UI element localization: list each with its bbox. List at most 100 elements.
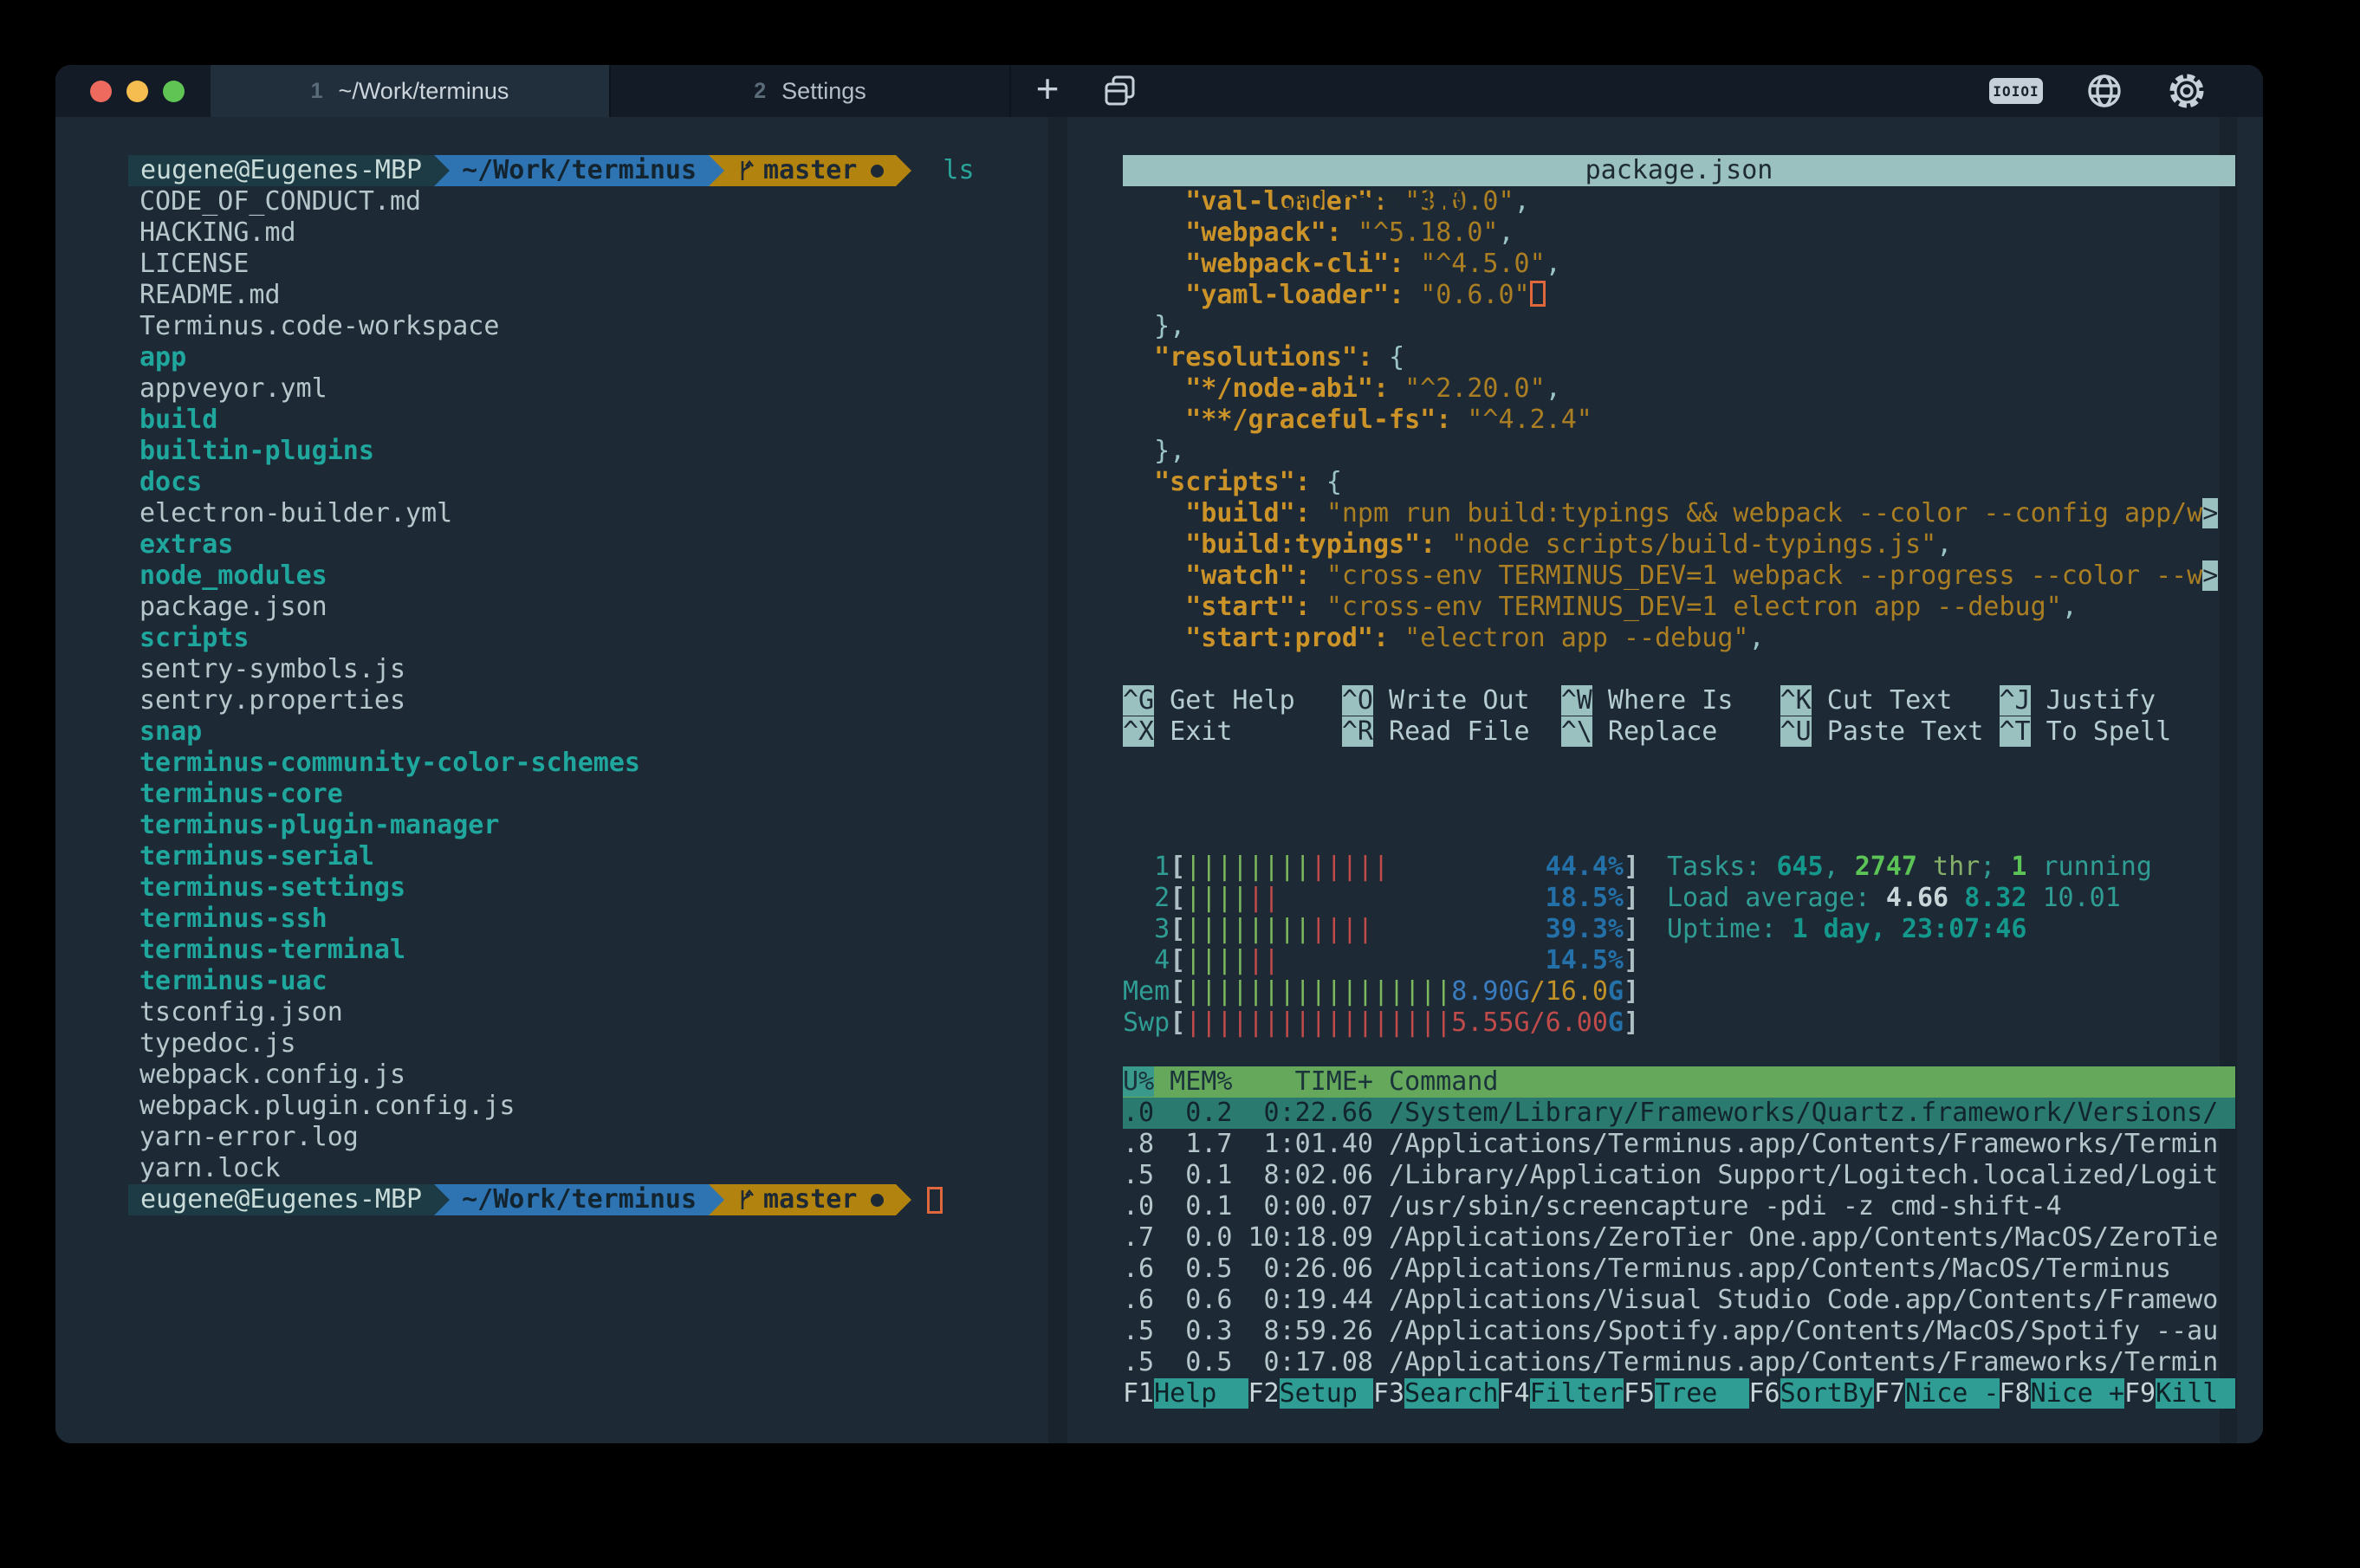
prompt-git-segment: master bbox=[724, 155, 896, 186]
file-listing-line: terminus-serial bbox=[139, 841, 1093, 872]
powerline-arrow-icon bbox=[896, 155, 911, 186]
htop-process-table[interactable]: U% MEM% TIME+ Command.0 0.2 0:22.66 /Sys… bbox=[1123, 1066, 2235, 1378]
nano-line: "*/node-abi": "^2.20.0", bbox=[1123, 373, 2235, 405]
file-listing-line: webpack.config.js bbox=[139, 1059, 1093, 1091]
file-listing-line: sentry-symbols.js bbox=[139, 654, 1093, 685]
htop-meter-line: Swp[|||||||||||||||||5.55G/6.00G] bbox=[1123, 1008, 1643, 1039]
gear-icon[interactable] bbox=[2166, 70, 2208, 112]
prompt-git-segment: master bbox=[724, 1184, 896, 1215]
new-tab-button[interactable]: + bbox=[1011, 65, 1084, 117]
serial-port-icon[interactable]: IOIOI bbox=[1989, 78, 2043, 104]
git-status-dot-icon bbox=[871, 165, 884, 178]
htop-fkey-bar[interactable]: F1Help F2Setup F3SearchF4FilterF5Tree F6… bbox=[1123, 1378, 2235, 1409]
nano-line: "yaml-loader": "0.6.0" bbox=[1123, 280, 2235, 311]
close-window-button[interactable] bbox=[90, 81, 112, 102]
nano-line: "webpack": "^5.18.0", bbox=[1123, 217, 2235, 249]
prompt-user-segment: eugene@Eugenes-MBP bbox=[128, 155, 434, 186]
shell-pane[interactable]: eugene@Eugenes-MBP ~/Work/terminus maste… bbox=[55, 117, 1093, 1443]
htop-summary-line: Load average: 4.66 8.32 10.01 bbox=[1667, 883, 2152, 914]
file-listing-line: terminus-settings bbox=[139, 872, 1093, 904]
toolbar-icons: IOIOI bbox=[1989, 65, 2263, 117]
file-listing-line: HACKING.md bbox=[139, 217, 1093, 249]
process-row: .7 0.0 10:18.09 /Applications/ZeroTier O… bbox=[1123, 1222, 2235, 1254]
minimize-window-button[interactable] bbox=[126, 81, 148, 102]
nano-editor-body[interactable]: "val-loader": "3.0.0", "webpack": "^5.18… bbox=[1123, 186, 2235, 685]
nano-line: }, bbox=[1123, 311, 2235, 342]
terminal-cursor bbox=[927, 1187, 943, 1214]
nano-shortcut-line: ^X Exit ^R Read File ^\ Replace ^U Paste… bbox=[1123, 716, 2235, 748]
file-listing-line: tsconfig.json bbox=[139, 997, 1093, 1028]
nano-title-bar: GNU nano 4.5 package.json bbox=[1123, 155, 2235, 186]
plus-icon: + bbox=[1036, 68, 1060, 113]
nano-line: "build:typings": "node scripts/build-typ… bbox=[1123, 529, 2235, 560]
tab-work-terminus[interactable]: 1 ~/Work/terminus bbox=[211, 65, 611, 117]
file-listing-line: sentry.properties bbox=[139, 685, 1093, 716]
process-row: .6 0.6 0:19.44 /Applications/Visual Stud… bbox=[1123, 1285, 2235, 1316]
fkey-bar-line: F1Help F2Setup F3SearchF4FilterF5Tree F6… bbox=[1123, 1378, 2235, 1409]
globe-icon[interactable] bbox=[2084, 71, 2124, 111]
nano-line: "start:prod": "electron app --debug", bbox=[1123, 623, 2235, 654]
file-listing-line: snap bbox=[139, 716, 1093, 748]
file-listing-line: app bbox=[139, 342, 1093, 373]
git-branch-icon bbox=[736, 1186, 755, 1214]
powerline-arrow-icon bbox=[896, 1184, 911, 1215]
htop-meter-line: 3[|||||||||||| 39.3%] bbox=[1123, 914, 1643, 945]
nano-line: "watch": "cross-env TERMINUS_DEV=1 webpa… bbox=[1123, 560, 2235, 592]
nano-line: "resolutions": { bbox=[1123, 342, 2235, 373]
file-listing-line: CODE_OF_CONDUCT.md bbox=[139, 186, 1093, 217]
file-listing-line: docs bbox=[139, 467, 1093, 498]
nano-line: "start": "cross-env TERMINUS_DEV=1 elect… bbox=[1123, 592, 2235, 623]
file-listing-line: electron-builder.yml bbox=[139, 498, 1093, 529]
file-listing-line: yarn-error.log bbox=[139, 1122, 1093, 1153]
file-listing-line: terminus-core bbox=[139, 779, 1093, 810]
htop-meter-line: 1[||||||||||||| 44.4%] bbox=[1123, 852, 1643, 883]
git-status-dot-icon bbox=[871, 1194, 884, 1207]
tab-number: 2 bbox=[754, 79, 766, 104]
file-listing-line: node_modules bbox=[139, 560, 1093, 592]
nano-line bbox=[1123, 654, 2235, 685]
file-listing-line: webpack.plugin.config.js bbox=[139, 1091, 1093, 1122]
prompt-user-segment: eugene@Eugenes-MBP bbox=[128, 1184, 434, 1215]
nano-file-name: package.json bbox=[1123, 155, 2235, 186]
prompt-path-segment: ~/Work/terminus bbox=[450, 155, 709, 186]
desktop: { "title_bar": { "tabs": [ {"number": "1… bbox=[0, 0, 2360, 1568]
file-listing-line: terminus-community-color-schemes bbox=[139, 748, 1093, 779]
title-bar: 1 ~/Work/terminus 2 Settings + IOIOI bbox=[55, 65, 2263, 117]
htop-gap bbox=[1123, 1039, 2235, 1066]
file-listing-line: LICENSE bbox=[139, 249, 1093, 280]
powerline-arrow-icon bbox=[709, 155, 724, 186]
htop-meter-line: Mem[|||||||||||||||||8.90G/16.0G] bbox=[1123, 976, 1643, 1008]
split-pane-button[interactable] bbox=[1084, 65, 1157, 117]
nano-line: "scripts": { bbox=[1123, 467, 2235, 498]
nano-line: }, bbox=[1123, 436, 2235, 467]
shell-prompt: eugene@Eugenes-MBP ~/Work/terminus maste… bbox=[128, 155, 1093, 186]
process-row: .5 0.3 8:59.26 /Applications/Spotify.app… bbox=[1123, 1316, 2235, 1347]
shell-prompt-current: eugene@Eugenes-MBP ~/Work/terminus maste… bbox=[128, 1184, 1093, 1215]
tab-title: ~/Work/terminus bbox=[339, 78, 509, 105]
titlebar-spacer bbox=[1157, 65, 1989, 117]
typed-command: ls bbox=[943, 155, 974, 186]
file-listing-line: terminus-terminal bbox=[139, 935, 1093, 966]
zoom-window-button[interactable] bbox=[163, 81, 185, 102]
git-branch-name: master bbox=[763, 155, 857, 186]
nano-line: "**/graceful-fs": "^4.2.4" bbox=[1123, 405, 2235, 436]
file-listing: CODE_OF_CONDUCT.mdHACKING.mdLICENSEREADM… bbox=[128, 186, 1093, 1184]
editor-monitor-pane[interactable]: GNU nano 4.5 package.json "val-loader": … bbox=[1123, 117, 2235, 1443]
process-row: .6 0.5 0:26.06 /Applications/Terminus.ap… bbox=[1123, 1254, 2235, 1285]
nano-shortcut-bar[interactable]: ^G Get Help ^O Write Out ^W Where Is ^K … bbox=[1123, 685, 2235, 748]
file-listing-line: build bbox=[139, 405, 1093, 436]
process-row: U% MEM% TIME+ Command bbox=[1123, 1066, 2235, 1098]
file-listing-line: Terminus.code-workspace bbox=[139, 311, 1093, 342]
file-listing-line: yarn.lock bbox=[139, 1153, 1093, 1184]
git-branch-icon bbox=[736, 157, 755, 185]
file-listing-line: scripts bbox=[139, 623, 1093, 654]
htop-summary-line: Tasks: 645, 2747 thr; 1 running bbox=[1667, 852, 2152, 883]
powerline-arrow-icon bbox=[709, 1184, 724, 1215]
file-listing-line: builtin-plugins bbox=[139, 436, 1093, 467]
process-row: .8 1.7 1:01.40 /Applications/Terminus.ap… bbox=[1123, 1129, 2235, 1160]
tab-settings[interactable]: 2 Settings bbox=[611, 65, 1011, 117]
htop-summary-line: Uptime: 1 day, 23:07:46 bbox=[1667, 914, 2152, 945]
git-branch-name: master bbox=[763, 1184, 857, 1215]
file-listing-line: typedoc.js bbox=[139, 1028, 1093, 1059]
prompt-path-segment: ~/Work/terminus bbox=[450, 1184, 709, 1215]
